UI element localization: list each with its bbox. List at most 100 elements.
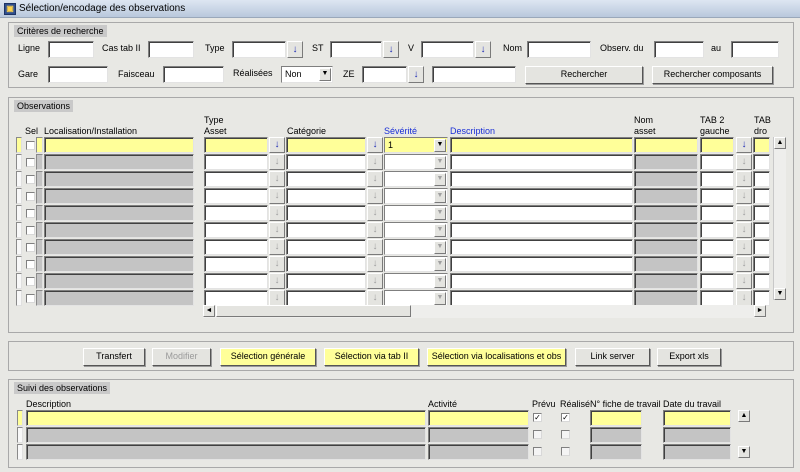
severite-select[interactable]: ▼: [384, 273, 448, 289]
description-cell[interactable]: [26, 427, 426, 443]
description-cell[interactable]: [26, 410, 426, 426]
tab2-gauche-cell[interactable]: [700, 222, 734, 238]
sel-checkbox[interactable]: [26, 277, 35, 286]
date-cell[interactable]: [663, 444, 731, 460]
localisation-cell[interactable]: [44, 290, 194, 306]
sel-checkbox[interactable]: [26, 226, 35, 235]
categorie-cell[interactable]: [286, 188, 366, 204]
tab2-gauche-cell[interactable]: [700, 273, 734, 289]
categorie-cell[interactable]: [286, 171, 366, 187]
realise-checkbox[interactable]: [561, 430, 570, 439]
description-cell[interactable]: [450, 171, 633, 187]
sel-checkbox[interactable]: [26, 192, 35, 201]
description-cell[interactable]: [450, 222, 633, 238]
categorie-cell[interactable]: [286, 137, 366, 153]
col-description[interactable]: Description: [450, 126, 495, 137]
categorie-cell[interactable]: [286, 239, 366, 255]
nom-asset-cell[interactable]: [634, 256, 698, 272]
description-cell[interactable]: [450, 273, 633, 289]
prevu-checkbox[interactable]: [533, 447, 542, 456]
severite-select[interactable]: 1 ▼: [384, 137, 448, 153]
st-field[interactable]: [330, 41, 382, 58]
tab2-droite-cell[interactable]: [753, 239, 770, 255]
tab2-droite-cell[interactable]: [753, 171, 770, 187]
export-xls-button[interactable]: Export xls: [657, 348, 721, 366]
nom-asset-cell[interactable]: [634, 239, 698, 255]
row-marker[interactable]: [17, 427, 23, 443]
scroll-left-icon[interactable]: ◄: [203, 305, 215, 317]
search-components-button[interactable]: Rechercher composants: [652, 66, 773, 84]
localisation-cell[interactable]: [44, 154, 194, 170]
search-button[interactable]: Rechercher: [525, 66, 643, 84]
nom-asset-cell[interactable]: [634, 188, 698, 204]
row-marker[interactable]: [16, 154, 22, 170]
categorie-lov-button[interactable]: ↓: [367, 188, 383, 204]
v-lov-button[interactable]: ↓: [475, 41, 491, 58]
type-asset-cell[interactable]: [204, 290, 268, 306]
activite-cell[interactable]: [428, 444, 529, 460]
tab2-droite-cell[interactable]: [753, 273, 770, 289]
hscroll-thumb[interactable]: [216, 305, 411, 317]
type-asset-lov-button[interactable]: ↓: [269, 171, 285, 187]
type-asset-lov-button[interactable]: ↓: [269, 256, 285, 272]
type-asset-cell[interactable]: [204, 154, 268, 170]
fiche-cell[interactable]: [590, 427, 642, 443]
nom-asset-cell[interactable]: [634, 273, 698, 289]
tab2-droite-cell[interactable]: [753, 137, 770, 153]
tab2-gauche-lov-button[interactable]: ↓: [736, 256, 752, 272]
tab2-gauche-cell[interactable]: [700, 205, 734, 221]
categorie-lov-button[interactable]: ↓: [367, 205, 383, 221]
type-asset-cell[interactable]: [204, 256, 268, 272]
ze-field[interactable]: [362, 66, 407, 83]
row-marker[interactable]: [16, 256, 22, 272]
description-cell[interactable]: [450, 239, 633, 255]
localisation-cell[interactable]: [44, 205, 194, 221]
scroll-down-icon[interactable]: ▼: [774, 288, 786, 300]
ze-description-field[interactable]: [432, 66, 516, 83]
categorie-cell[interactable]: [286, 273, 366, 289]
row-marker[interactable]: [16, 137, 22, 153]
type-asset-cell[interactable]: [204, 171, 268, 187]
nom-asset-cell[interactable]: [634, 290, 698, 306]
localisation-cell[interactable]: [44, 273, 194, 289]
localisation-cell[interactable]: [44, 222, 194, 238]
severite-select[interactable]: ▼: [384, 171, 448, 187]
localisation-cell[interactable]: [44, 188, 194, 204]
nom-asset-cell[interactable]: [634, 222, 698, 238]
tab2-gauche-lov-button[interactable]: ↓: [736, 273, 752, 289]
tab2-droite-cell[interactable]: [753, 154, 770, 170]
description-cell[interactable]: [450, 188, 633, 204]
row-marker[interactable]: [16, 171, 22, 187]
categorie-cell[interactable]: [286, 290, 366, 306]
row-marker[interactable]: [16, 273, 22, 289]
tab2-gauche-lov-button[interactable]: ↓: [736, 154, 752, 170]
categorie-cell[interactable]: [286, 222, 366, 238]
scroll-up-icon[interactable]: ▲: [774, 137, 786, 149]
row-marker[interactable]: [16, 239, 22, 255]
severite-select[interactable]: ▼: [384, 222, 448, 238]
severite-select[interactable]: ▼: [384, 188, 448, 204]
tab2-gauche-lov-button[interactable]: ↓: [736, 171, 752, 187]
localisation-cell[interactable]: [44, 171, 194, 187]
tab2-droite-cell[interactable]: [753, 222, 770, 238]
tab2-droite-cell[interactable]: [753, 256, 770, 272]
tab2-gauche-cell[interactable]: [700, 239, 734, 255]
nom-field[interactable]: [527, 41, 591, 58]
scroll-down-icon[interactable]: ▼: [738, 446, 750, 458]
categorie-lov-button[interactable]: ↓: [367, 171, 383, 187]
sel-checkbox[interactable]: [26, 209, 35, 218]
sel-checkbox[interactable]: [26, 141, 35, 150]
realisees-select[interactable]: Non ▼: [281, 66, 333, 83]
categorie-lov-button[interactable]: ↓: [367, 290, 383, 306]
row-marker[interactable]: [17, 444, 23, 460]
description-cell[interactable]: [26, 444, 426, 460]
description-cell[interactable]: [450, 205, 633, 221]
sel-checkbox[interactable]: [26, 294, 35, 303]
observations-vscroll[interactable]: ▲ ▼: [773, 137, 786, 300]
scroll-up-icon[interactable]: ▲: [738, 410, 750, 422]
type-asset-cell[interactable]: [204, 222, 268, 238]
severite-select[interactable]: ▼: [384, 290, 448, 306]
link-server-button[interactable]: Link server: [575, 348, 650, 366]
type-asset-lov-button[interactable]: ↓: [269, 222, 285, 238]
nom-asset-cell[interactable]: [634, 137, 698, 153]
